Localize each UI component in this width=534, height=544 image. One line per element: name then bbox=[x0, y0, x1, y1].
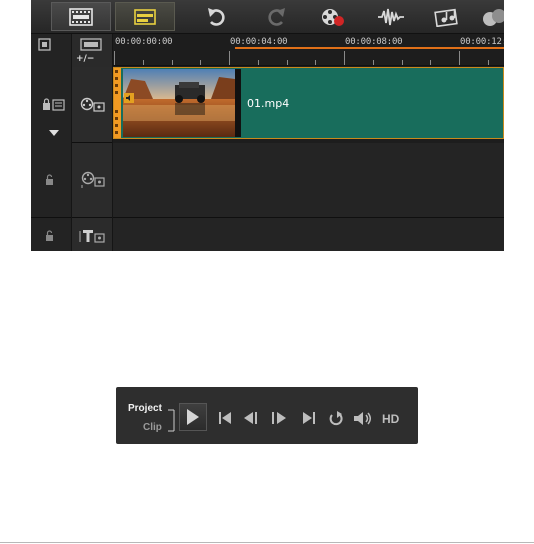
ruler-tick bbox=[200, 60, 202, 65]
project-mode-label[interactable]: Project bbox=[128, 403, 162, 414]
track-lock-cell bbox=[31, 143, 71, 218]
overlay-track-icon[interactable] bbox=[80, 171, 106, 189]
track-manager-icon bbox=[483, 8, 504, 26]
ruler-tick bbox=[315, 60, 317, 65]
timecode-label: 00:00:04:00 bbox=[230, 37, 288, 47]
play-icon bbox=[187, 409, 199, 425]
ruler-tick bbox=[430, 60, 432, 65]
toolbar bbox=[31, 0, 504, 34]
next-frame-icon[interactable] bbox=[271, 411, 289, 425]
track-count-control[interactable]: +/− bbox=[76, 54, 94, 64]
hd-preview-toggle[interactable]: HD bbox=[382, 412, 399, 426]
play-range-bar[interactable] bbox=[235, 47, 504, 49]
timecode-label: 00:00:12: bbox=[460, 37, 504, 47]
track-manager-button[interactable] bbox=[467, 2, 504, 31]
ruler-tick bbox=[114, 51, 115, 65]
ruler-tick bbox=[229, 51, 230, 65]
video-track-icon[interactable] bbox=[80, 97, 106, 113]
sound-mixer-icon bbox=[378, 8, 404, 25]
ruler-tick bbox=[142, 60, 144, 65]
timeline-view-button[interactable] bbox=[115, 2, 175, 31]
auto-music-icon bbox=[434, 8, 458, 27]
ruler-tick bbox=[487, 60, 489, 65]
title-track-header bbox=[72, 218, 112, 251]
video-editor-panel: +/− 00:00:00:00 00:00:04:00 00:00:08:00 … bbox=[31, 0, 504, 251]
divider bbox=[0, 542, 534, 543]
ruler-tick bbox=[171, 60, 173, 65]
collapse-arrow-icon[interactable] bbox=[49, 130, 59, 138]
ruler-tick bbox=[286, 60, 288, 65]
title-track-icon[interactable] bbox=[78, 228, 106, 244]
storyboard-view-button[interactable] bbox=[51, 2, 111, 31]
show-all-tracks-icon[interactable] bbox=[38, 38, 64, 52]
playback-controls: Project Clip HD bbox=[116, 387, 418, 444]
previous-frame-icon[interactable] bbox=[243, 411, 261, 425]
video-track-header bbox=[72, 67, 112, 143]
desert-car-thumbnail-image bbox=[123, 69, 241, 137]
play-button[interactable] bbox=[179, 403, 207, 431]
timeline-view-icon bbox=[134, 8, 156, 25]
sound-mixer-button[interactable] bbox=[361, 2, 421, 31]
redo-button[interactable] bbox=[246, 2, 306, 31]
lock-icon[interactable] bbox=[45, 230, 55, 242]
track-settings-icon[interactable] bbox=[80, 38, 104, 52]
timecode-label: 00:00:08:00 bbox=[345, 37, 403, 47]
video-clip[interactable]: 01.mp4 bbox=[113, 67, 504, 139]
undo-icon bbox=[208, 7, 225, 26]
overlay-track-header bbox=[72, 143, 112, 218]
clip-sprocket-icon bbox=[115, 70, 118, 134]
undo-button[interactable] bbox=[187, 2, 247, 31]
ruler-tick bbox=[372, 60, 374, 65]
title-track-lane[interactable] bbox=[113, 218, 504, 251]
timeline-ruler[interactable]: 00:00:00:00 00:00:04:00 00:00:08:00 00:0… bbox=[113, 34, 504, 66]
go-to-end-icon[interactable] bbox=[302, 411, 316, 425]
go-to-start-icon[interactable] bbox=[218, 411, 232, 425]
clip-filename: 01.mp4 bbox=[247, 97, 290, 110]
lock-all-icon[interactable] bbox=[42, 98, 66, 112]
clip-trim-handle[interactable] bbox=[114, 68, 121, 138]
record-capture-button[interactable] bbox=[303, 2, 363, 31]
timecode-label: 00:00:00:00 bbox=[115, 37, 173, 47]
clip-thumbnail bbox=[123, 69, 241, 137]
ruler-tick bbox=[344, 51, 345, 65]
overlay-track-lane[interactable] bbox=[113, 143, 504, 218]
repeat-icon[interactable] bbox=[328, 411, 344, 426]
redo-icon bbox=[268, 7, 285, 26]
audio-speaker-icon[interactable] bbox=[124, 93, 134, 103]
clip-mode-label[interactable]: Clip bbox=[143, 422, 162, 433]
volume-icon[interactable] bbox=[353, 411, 373, 426]
ruler-tick bbox=[459, 51, 460, 65]
ruler-tick bbox=[257, 60, 259, 65]
mode-bracket-icon bbox=[168, 409, 175, 432]
ruler-tick bbox=[401, 60, 403, 65]
record-capture-icon bbox=[322, 8, 344, 26]
filmstrip-icon bbox=[69, 7, 93, 26]
